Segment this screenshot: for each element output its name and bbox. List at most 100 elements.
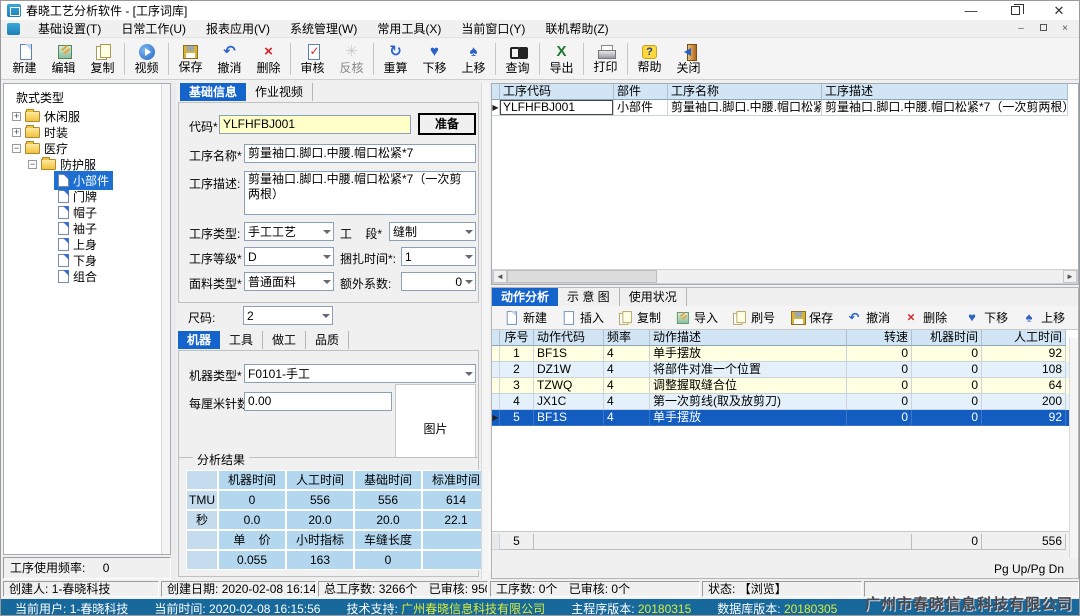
tree-item-upper-body[interactable]: 上身 (4, 236, 170, 252)
fabric-type-combo[interactable]: 普通面料 (244, 272, 334, 291)
tab-work-video[interactable]: 作业视频 (246, 83, 313, 101)
col-action-code[interactable]: 动作代码 (534, 330, 604, 346)
action-copy-button[interactable]: 复制 (610, 307, 667, 329)
tab-usage-status[interactable]: 使用状况 (620, 288, 687, 306)
recalculate-button[interactable]: ↻重算 (376, 40, 415, 78)
print-button[interactable]: 打印 (586, 40, 625, 78)
col-process-code[interactable]: 工序代码 (500, 84, 614, 100)
action-move-up-button[interactable]: ♠上移 (1014, 307, 1071, 329)
action-row[interactable]: 3 TZWQ 4 调整握取缝合位 0 0 64 (492, 378, 1078, 394)
segment-combo[interactable]: 缝制 (389, 222, 476, 241)
tree-scrollbar[interactable] (161, 84, 170, 554)
action-delete-button[interactable]: ×删除 (896, 307, 953, 329)
help-button[interactable]: ?帮助 (630, 40, 669, 78)
scroll-right-arrow[interactable]: ► (1063, 270, 1077, 283)
tree-item-doorplate[interactable]: 门牌 (4, 188, 170, 204)
tree-item-sleeve[interactable]: 袖子 (4, 220, 170, 236)
mdi-restore-button[interactable] (1035, 23, 1051, 34)
col-frequency[interactable]: 频率 (604, 330, 650, 346)
tab-action-analysis[interactable]: 动作分析 (492, 288, 558, 306)
tab-basic-info[interactable]: 基础信息 (180, 83, 246, 101)
detail-scrollbar[interactable] (481, 83, 489, 579)
minimize-button[interactable]: — (949, 1, 993, 20)
action-row[interactable]: 4 JX1C 4 第一次剪线(取及放剪刀) 0 0 200 (492, 394, 1078, 410)
delete-button[interactable]: ×删除 (249, 40, 288, 78)
action-undo-button[interactable]: ↶撤消 (839, 307, 896, 329)
menu-basic-settings[interactable]: 基础设置(T) (28, 19, 111, 38)
action-renumber-button[interactable]: 刷号 (724, 307, 781, 329)
action-insert-button[interactable]: 插入 (553, 307, 610, 329)
action-statistics-button[interactable]: Σ统计 (1075, 307, 1080, 329)
col-part[interactable]: 部件 (614, 84, 668, 100)
close-window-button[interactable]: 关闭 (669, 40, 708, 78)
tree-item-lower-body[interactable]: 下身 (4, 252, 170, 268)
expand-icon[interactable]: + (12, 128, 21, 137)
code-input[interactable]: YLFHFBJ001 (219, 115, 411, 134)
undo-button[interactable]: ↶撤消 (210, 40, 249, 78)
stitch-density-input[interactable]: 0.00 (244, 392, 392, 411)
new-button[interactable]: 新建 (5, 40, 44, 78)
action-table-scrollbar[interactable] (1069, 338, 1078, 558)
size-combo[interactable]: 2 (243, 306, 333, 325)
tab-diagram[interactable]: 示 意 图 (558, 288, 620, 306)
collapse-icon[interactable]: − (28, 160, 37, 169)
copy-button[interactable]: 复制 (83, 40, 122, 78)
mdi-close-button[interactable]: × (1057, 23, 1073, 34)
prepare-button[interactable]: 准备 (418, 113, 476, 135)
tree-item-small-parts[interactable]: 小部件 (4, 172, 170, 188)
grade-combo[interactable]: D (244, 247, 334, 266)
restore-button[interactable] (993, 1, 1037, 20)
action-new-button[interactable]: 新建 (496, 307, 553, 329)
process-desc-textarea[interactable]: 剪量袖口.脚口.中腰.帽口松紧*7（一次剪两根） (244, 171, 476, 215)
tab-tool[interactable]: 工具 (220, 331, 263, 349)
mdi-minimize-button[interactable]: – (1013, 23, 1029, 34)
move-up-button[interactable]: ♠上移 (454, 40, 493, 78)
action-save-button[interactable]: 保存 (785, 307, 839, 329)
process-name-input[interactable]: 剪量袖口.脚口.中腰.帽口松紧*7 (244, 144, 476, 163)
menu-reports[interactable]: 报表应用(V) (196, 19, 280, 38)
tree-item-hat[interactable]: 帽子 (4, 204, 170, 220)
scroll-left-arrow[interactable]: ◄ (493, 270, 507, 283)
process-table-row[interactable]: ▶ YLFHFBJ001 小部件 剪量袖口.脚口.中腰.帽口松紧*7 剪量袖口.… (492, 100, 1078, 116)
tree-item-casual[interactable]: +休闲服 (4, 108, 170, 124)
menu-tools[interactable]: 常用工具(X) (367, 19, 451, 38)
tab-machine[interactable]: 机器 (178, 331, 220, 349)
video-button[interactable]: 视频 (127, 40, 166, 78)
col-machine-time[interactable]: 机器时间 (912, 330, 982, 346)
tree-item-medical[interactable]: −医疗 (4, 140, 170, 156)
tab-quality[interactable]: 品质 (306, 331, 349, 349)
col-seq[interactable]: 序号 (500, 330, 534, 346)
col-action-desc[interactable]: 动作描述 (650, 330, 847, 346)
tree-item-fashion[interactable]: +时装 (4, 124, 170, 140)
process-table-hscrollbar[interactable]: ◄ ► (492, 269, 1078, 284)
machine-type-combo[interactable]: F0101-手工 (244, 364, 476, 383)
col-process-name[interactable]: 工序名称 (668, 84, 822, 100)
col-speed[interactable]: 转速 (847, 330, 912, 346)
process-type-combo[interactable]: 手工工艺 (244, 222, 334, 241)
extra-factor-combo[interactable]: 0 (401, 272, 476, 291)
export-button[interactable]: X导出 (542, 40, 581, 78)
move-down-button[interactable]: ♥下移 (415, 40, 454, 78)
collapse-icon[interactable]: − (12, 144, 21, 153)
scroll-thumb[interactable] (507, 270, 657, 283)
menu-current-window[interactable]: 当前窗口(Y) (451, 19, 535, 38)
menu-help[interactable]: 联机帮助(Z) (535, 19, 618, 38)
tab-workmanship[interactable]: 做工 (263, 331, 306, 349)
search-button[interactable]: 查询 (498, 40, 537, 78)
action-import-button[interactable]: 导入 (667, 307, 724, 329)
action-move-down-button[interactable]: ♥下移 (957, 307, 1014, 329)
action-row[interactable]: 2 DZ1W 4 将部件对准一个位置 0 0 108 (492, 362, 1078, 378)
close-button[interactable]: ✕ (1037, 1, 1080, 20)
menu-system[interactable]: 系统管理(W) (280, 19, 367, 38)
bundle-time-combo[interactable]: 1 (401, 247, 476, 266)
audit-button[interactable]: 审核 (293, 40, 332, 78)
expand-icon[interactable]: + (12, 112, 21, 121)
col-labor-time[interactable]: 人工时间 (982, 330, 1066, 346)
save-button[interactable]: 保存 (171, 40, 210, 78)
tree-item-combination[interactable]: 组合 (4, 268, 170, 284)
edit-button[interactable]: 编辑 (44, 40, 83, 78)
action-row-selected[interactable]: ▶ 5 BF1S 4 单手摆放 0 0 92 (492, 410, 1078, 426)
action-row[interactable]: 1 BF1S 4 单手摆放 0 0 92 (492, 346, 1078, 362)
menu-daily-work[interactable]: 日常工作(U) (111, 19, 196, 38)
col-process-desc[interactable]: 工序描述 (822, 84, 1068, 100)
